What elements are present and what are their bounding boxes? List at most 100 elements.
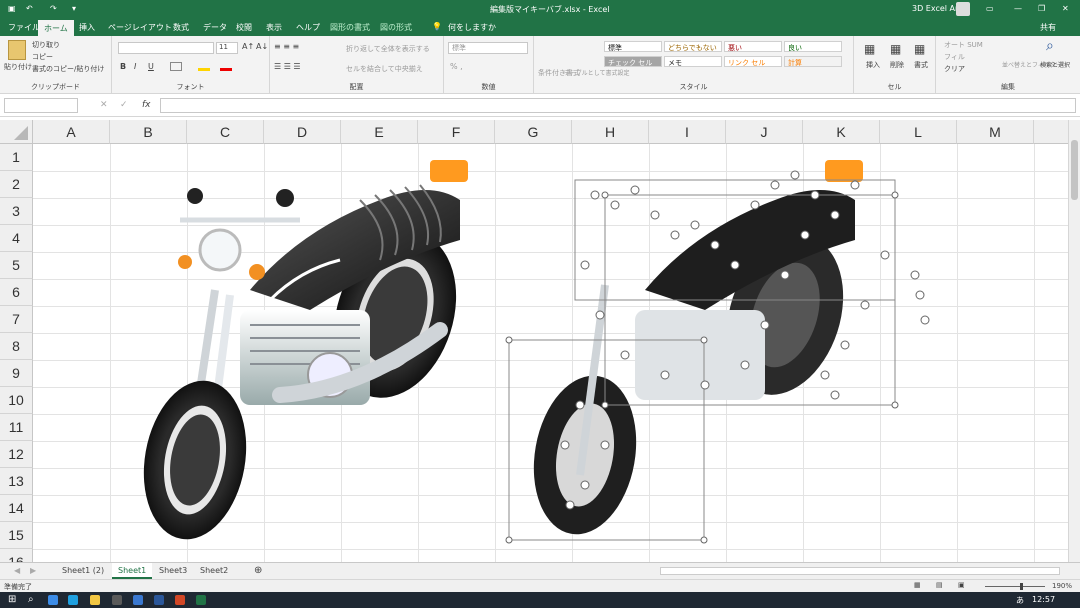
maximize-icon[interactable]: ❐ — [1038, 4, 1045, 13]
tell-me-search[interactable]: 何をしますか — [448, 22, 496, 33]
autosum-button[interactable]: オート SUM — [944, 40, 983, 50]
tab-data[interactable]: データ — [203, 22, 227, 33]
row-header-10[interactable]: 10 — [0, 387, 33, 414]
select-all-corner[interactable] — [0, 120, 33, 144]
column-header-i[interactable]: I — [649, 120, 726, 144]
store-icon[interactable] — [112, 595, 122, 605]
row-header-11[interactable]: 11 — [0, 414, 33, 441]
borders-icon[interactable] — [170, 62, 182, 71]
insert-function-button[interactable]: fx — [142, 100, 151, 110]
tab-home[interactable]: ホーム — [38, 20, 74, 36]
sheet-tab-sheet1-2[interactable]: Sheet1 (2) — [56, 563, 110, 579]
row-header-16[interactable]: 16 — [0, 549, 33, 562]
excel-taskbar-icon[interactable] — [196, 595, 206, 605]
column-header-g[interactable]: G — [495, 120, 572, 144]
style-good[interactable]: 良い — [784, 41, 842, 52]
wrap-text-button[interactable]: 折り返して全体を表示する — [346, 44, 430, 54]
close-icon[interactable]: ✕ — [1062, 4, 1069, 13]
row-header-6[interactable]: 6 — [0, 279, 33, 306]
zoom-slider-thumb[interactable] — [1020, 583, 1023, 590]
row-header-1[interactable]: 1 — [0, 144, 33, 171]
row-header-9[interactable]: 9 — [0, 360, 33, 387]
customize-qat-icon[interactable]: ▾ — [72, 4, 76, 13]
tab-insert[interactable]: 挿入 — [79, 22, 95, 33]
fill-button[interactable]: フィル — [944, 52, 965, 62]
row-header-7[interactable]: 7 — [0, 306, 33, 333]
column-header-l[interactable]: L — [880, 120, 957, 144]
powerpoint-icon[interactable] — [175, 595, 185, 605]
tab-picture-format[interactable]: 図の形式 — [380, 22, 412, 33]
merge-center-button[interactable]: セルを結合して中央揃え — [346, 64, 423, 74]
tab-help[interactable]: ヘルプ — [296, 22, 320, 33]
user-name[interactable]: 3D Excel Art — [912, 4, 961, 13]
font-color-icon[interactable] — [220, 68, 232, 71]
sheet-tab-sheet2[interactable]: Sheet2 — [194, 563, 234, 579]
row-header-15[interactable]: 15 — [0, 522, 33, 549]
page-break-icon[interactable]: ▣ — [958, 581, 965, 589]
column-header-d[interactable]: D — [264, 120, 341, 144]
column-header-c[interactable]: C — [187, 120, 264, 144]
row-header-4[interactable]: 4 — [0, 225, 33, 252]
row-header-8[interactable]: 8 — [0, 333, 33, 360]
enter-icon[interactable]: ✓ — [120, 100, 128, 110]
edge-icon[interactable] — [68, 595, 78, 605]
name-box[interactable] — [4, 98, 78, 113]
row-header-14[interactable]: 14 — [0, 495, 33, 522]
style-bad[interactable]: 悪い — [724, 41, 782, 52]
zoom-level[interactable]: 190% — [1052, 582, 1072, 590]
paste-button[interactable]: 貼り付け — [4, 62, 32, 72]
style-memo[interactable]: メモ — [664, 56, 722, 67]
style-normal[interactable]: 標準 — [604, 41, 662, 52]
column-header-m[interactable]: M — [957, 120, 1034, 144]
font-name-select[interactable] — [118, 42, 214, 54]
column-header-h[interactable]: H — [572, 120, 649, 144]
style-linked-cell[interactable]: リンク セル — [724, 56, 782, 67]
row-header-3[interactable]: 3 — [0, 198, 33, 225]
font-size-select[interactable]: 11 — [216, 42, 238, 54]
style-neutral[interactable]: どちらでもない — [664, 41, 722, 52]
sheet-tab-sheet1[interactable]: Sheet1 — [112, 563, 153, 579]
style-calculation[interactable]: 計算 — [784, 56, 842, 67]
scroll-thumb[interactable] — [1071, 140, 1078, 200]
share-button[interactable]: 共有 — [1040, 22, 1056, 33]
tab-review[interactable]: 校閲 — [236, 22, 252, 33]
align-top-icon[interactable]: ≡ ≡ ≡ — [274, 42, 299, 51]
sheet-tab-sheet3[interactable]: Sheet3 — [153, 563, 193, 579]
decrease-font-icon[interactable]: A↓ — [256, 42, 268, 51]
page-layout-icon[interactable]: ▤ — [936, 581, 943, 589]
clock[interactable]: 12:57 — [1032, 595, 1055, 604]
format-table-button[interactable]: テーブルとして書式設定 — [564, 68, 629, 77]
worksheet-grid[interactable]: A B C D E F G H I J K L M 1 2 3 4 5 6 7 … — [0, 120, 1068, 562]
windows-start-icon[interactable]: ⊞ — [8, 594, 16, 605]
tab-page-layout[interactable]: ページレイアウト — [108, 22, 172, 33]
column-header-k[interactable]: K — [803, 120, 880, 144]
find-select-button[interactable]: 検索と選択 — [1040, 60, 1070, 69]
zoom-slider[interactable] — [985, 586, 1045, 587]
vertical-scrollbar[interactable] — [1068, 120, 1080, 562]
tab-file[interactable]: ファイル — [8, 22, 40, 33]
fill-color-icon[interactable] — [198, 68, 210, 71]
normal-view-icon[interactable]: ▦ — [914, 581, 921, 589]
column-header-b[interactable]: B — [110, 120, 187, 144]
column-header-a[interactable]: A — [33, 120, 110, 144]
motorcycle-artwork[interactable] — [130, 160, 480, 540]
bold-button[interactable]: B — [120, 62, 126, 71]
column-header-e[interactable]: E — [341, 120, 418, 144]
number-format-select[interactable]: 標準 — [448, 42, 528, 54]
redo-icon[interactable]: ↷ — [50, 4, 57, 13]
increase-font-icon[interactable]: A↑ — [242, 42, 254, 51]
minimize-icon[interactable]: — — [1014, 4, 1022, 13]
italic-button[interactable]: I — [134, 62, 136, 71]
mail-icon[interactable] — [133, 595, 143, 605]
copy-button[interactable]: コピー — [32, 52, 53, 62]
undo-icon[interactable]: ↶ — [26, 4, 33, 13]
row-header-2[interactable]: 2 — [0, 171, 33, 198]
clear-button[interactable]: クリア — [944, 64, 965, 74]
cancel-icon[interactable]: ✕ — [100, 100, 108, 110]
percent-icon[interactable]: % , — [450, 62, 463, 71]
column-header-f[interactable]: F — [418, 120, 495, 144]
tab-shape-format[interactable]: 図形の書式 — [330, 22, 370, 33]
tab-view[interactable]: 表示 — [266, 22, 282, 33]
horizontal-scrollbar[interactable] — [660, 567, 1060, 575]
format-painter-button[interactable]: 書式のコピー/貼り付け — [32, 64, 104, 74]
